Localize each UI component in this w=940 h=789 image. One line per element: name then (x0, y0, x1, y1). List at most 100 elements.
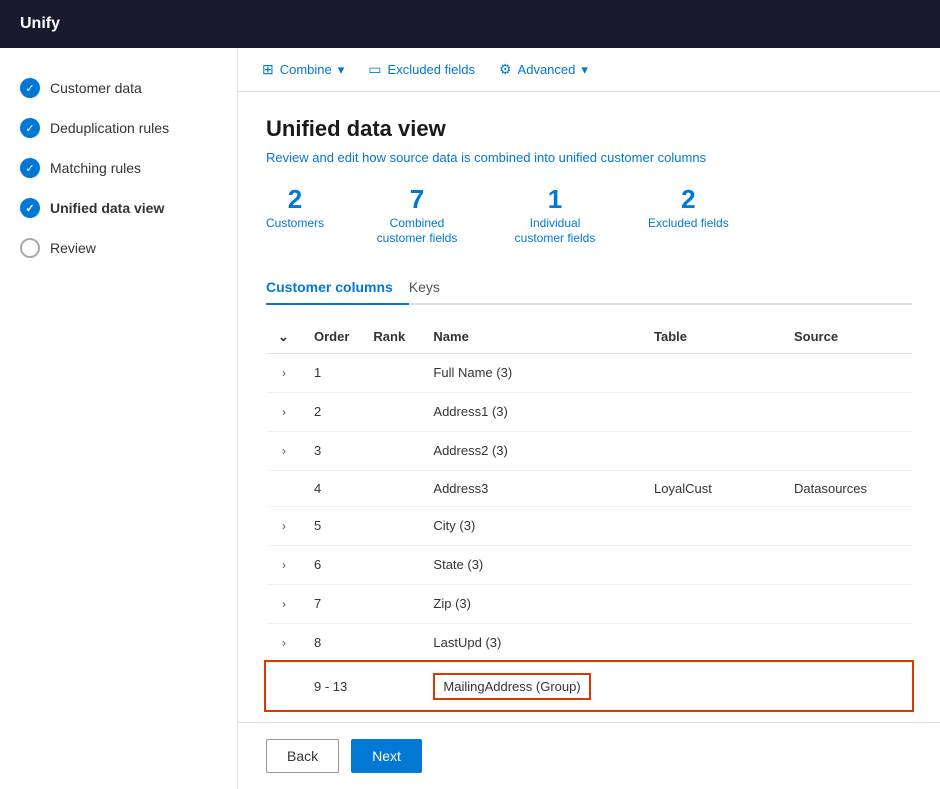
sidebar-item-deduplication-rules[interactable]: ✓Deduplication rules (0, 108, 237, 148)
stat-item-3: 2 Excluded fields (648, 185, 729, 247)
app-title: Unify (20, 15, 60, 33)
row-name-cell: Address3 (421, 470, 642, 506)
row-rank-cell (361, 431, 421, 470)
expand-chevron-icon[interactable]: › (278, 364, 290, 382)
toolbar-item-excluded-fields[interactable]: ▭ Excluded fields (368, 61, 475, 78)
row-chevron-cell (266, 470, 302, 506)
table-row: ›7Zip (3) (266, 584, 912, 623)
stat-label-3: Excluded fields (648, 216, 729, 232)
table-row: ›1Full Name (3) (266, 353, 912, 392)
row-table-cell (642, 353, 782, 392)
table-row: 9 - 13MailingAddress (Group) (266, 662, 912, 710)
row-chevron-cell: › (266, 392, 302, 431)
row-source-cell (782, 623, 912, 662)
empty-circle-icon (20, 238, 40, 258)
combine-toolbar-icon: ⊞ (262, 61, 274, 78)
sidebar-item-matching-rules[interactable]: ✓ Matching rules (0, 148, 237, 188)
sidebar-label: Review (50, 240, 96, 256)
stat-label-1: Combined customer fields (372, 216, 462, 247)
table-row: ›8LastUpd (3) (266, 623, 912, 662)
dropdown-arrow-icon: ▾ (338, 62, 345, 78)
row-name-cell: Address2 (3) (421, 431, 642, 470)
row-chevron-cell: › (266, 431, 302, 470)
table-row: 4 Address3LoyalCustDatasources (266, 470, 912, 506)
expand-chevron-icon[interactable]: › (278, 634, 290, 652)
excluded-fields-toolbar-label: Excluded fields (388, 62, 475, 77)
row-table-cell (642, 431, 782, 470)
row-rank-cell (361, 623, 421, 662)
expand-chevron-icon[interactable]: › (278, 556, 290, 574)
page-content: Unified data view Review and edit how so… (238, 92, 940, 722)
toolbar-item-advanced[interactable]: ⚙Advanced ▾ (499, 61, 588, 78)
row-order-cell: 4 (302, 470, 361, 506)
combine-toolbar-label: Combine (280, 62, 332, 77)
stat-number-0: 2 (288, 185, 302, 214)
stat-number-1: 7 (410, 185, 424, 214)
row-order-cell: 7 (302, 584, 361, 623)
col-header-name: Name (421, 321, 642, 354)
row-source-cell (782, 584, 912, 623)
table-row: ›5City (3) (266, 506, 912, 545)
sidebar-label: Unified data view (50, 200, 164, 216)
row-chevron-cell: › (266, 353, 302, 392)
row-order-cell: 1 (302, 353, 361, 392)
row-chevron-cell (266, 662, 302, 710)
excluded-fields-toolbar-icon: ▭ (368, 61, 381, 78)
next-button[interactable]: Next (351, 739, 422, 773)
sidebar-item-customer-data[interactable]: ✓Customer data (0, 68, 237, 108)
tabs: Customer columnsKeys (266, 271, 912, 305)
row-order-cell: 3 (302, 431, 361, 470)
row-rank-cell (361, 662, 421, 710)
table-row: ›2Address1 (3) (266, 392, 912, 431)
row-rank-cell (361, 392, 421, 431)
row-name-cell: Address1 (3) (421, 392, 642, 431)
row-order-cell: 8 (302, 623, 361, 662)
row-source-cell (782, 545, 912, 584)
stat-number-3: 2 (681, 185, 695, 214)
row-source-cell (782, 431, 912, 470)
row-name-cell: City (3) (421, 506, 642, 545)
expand-chevron-icon[interactable]: › (278, 595, 290, 613)
expand-chevron-icon[interactable]: › (278, 403, 290, 421)
row-source-cell (782, 392, 912, 431)
row-source-cell (782, 662, 912, 710)
row-chevron-cell: › (266, 623, 302, 662)
page-subtitle: Review and edit how source data is combi… (266, 150, 912, 165)
row-name-cell: State (3) (421, 545, 642, 584)
row-name-cell: MailingAddress (Group) (421, 662, 642, 710)
table-row: › 3 Address2 (3) (266, 431, 912, 470)
row-table-cell (642, 623, 782, 662)
stat-label-2: Individual customer fields (510, 216, 600, 247)
row-source-cell (782, 506, 912, 545)
advanced-toolbar-icon: ⚙ (499, 61, 512, 78)
row-table-cell (642, 545, 782, 584)
sidebar-item-review[interactable]: Review (0, 228, 237, 268)
sidebar: ✓Customer data✓Deduplication rules✓Match… (0, 48, 238, 789)
row-table-cell (642, 662, 782, 710)
tab-customer-columns[interactable]: Customer columns (266, 271, 409, 305)
col-header-chevron: ⌄ (266, 321, 302, 354)
row-source-cell (782, 353, 912, 392)
col-header-rank: Rank (361, 321, 421, 354)
back-button[interactable]: Back (266, 739, 339, 773)
row-rank-cell (361, 506, 421, 545)
expand-chevron-icon[interactable]: › (278, 517, 290, 535)
stat-item-1: 7Combined customer fields (372, 185, 462, 247)
row-source-cell: Datasources (782, 470, 912, 506)
sub-toolbar: ⊞ Combine ▾ ▭ Excluded fields ⚙Advanced ▾ (238, 48, 940, 92)
col-header-source: Source (782, 321, 912, 354)
row-table-cell: LoyalCust (642, 470, 782, 506)
sidebar-item-unified-data-view[interactable]: ✓ Unified data view (0, 188, 237, 228)
row-table-cell (642, 506, 782, 545)
expand-chevron-icon[interactable]: › (278, 442, 290, 460)
toolbar-item-combine[interactable]: ⊞ Combine ▾ (262, 61, 344, 78)
check-circle-icon: ✓ (20, 198, 40, 218)
stats-row: 2Customers7Combined customer fields1Indi… (266, 185, 912, 247)
sidebar-label: Matching rules (50, 160, 141, 176)
tab-keys[interactable]: Keys (409, 271, 456, 305)
row-chevron-cell: › (266, 545, 302, 584)
table-row: ›6State (3) (266, 545, 912, 584)
stat-number-2: 1 (548, 185, 562, 214)
sidebar-label: Deduplication rules (50, 120, 169, 136)
check-circle-icon: ✓ (20, 158, 40, 178)
